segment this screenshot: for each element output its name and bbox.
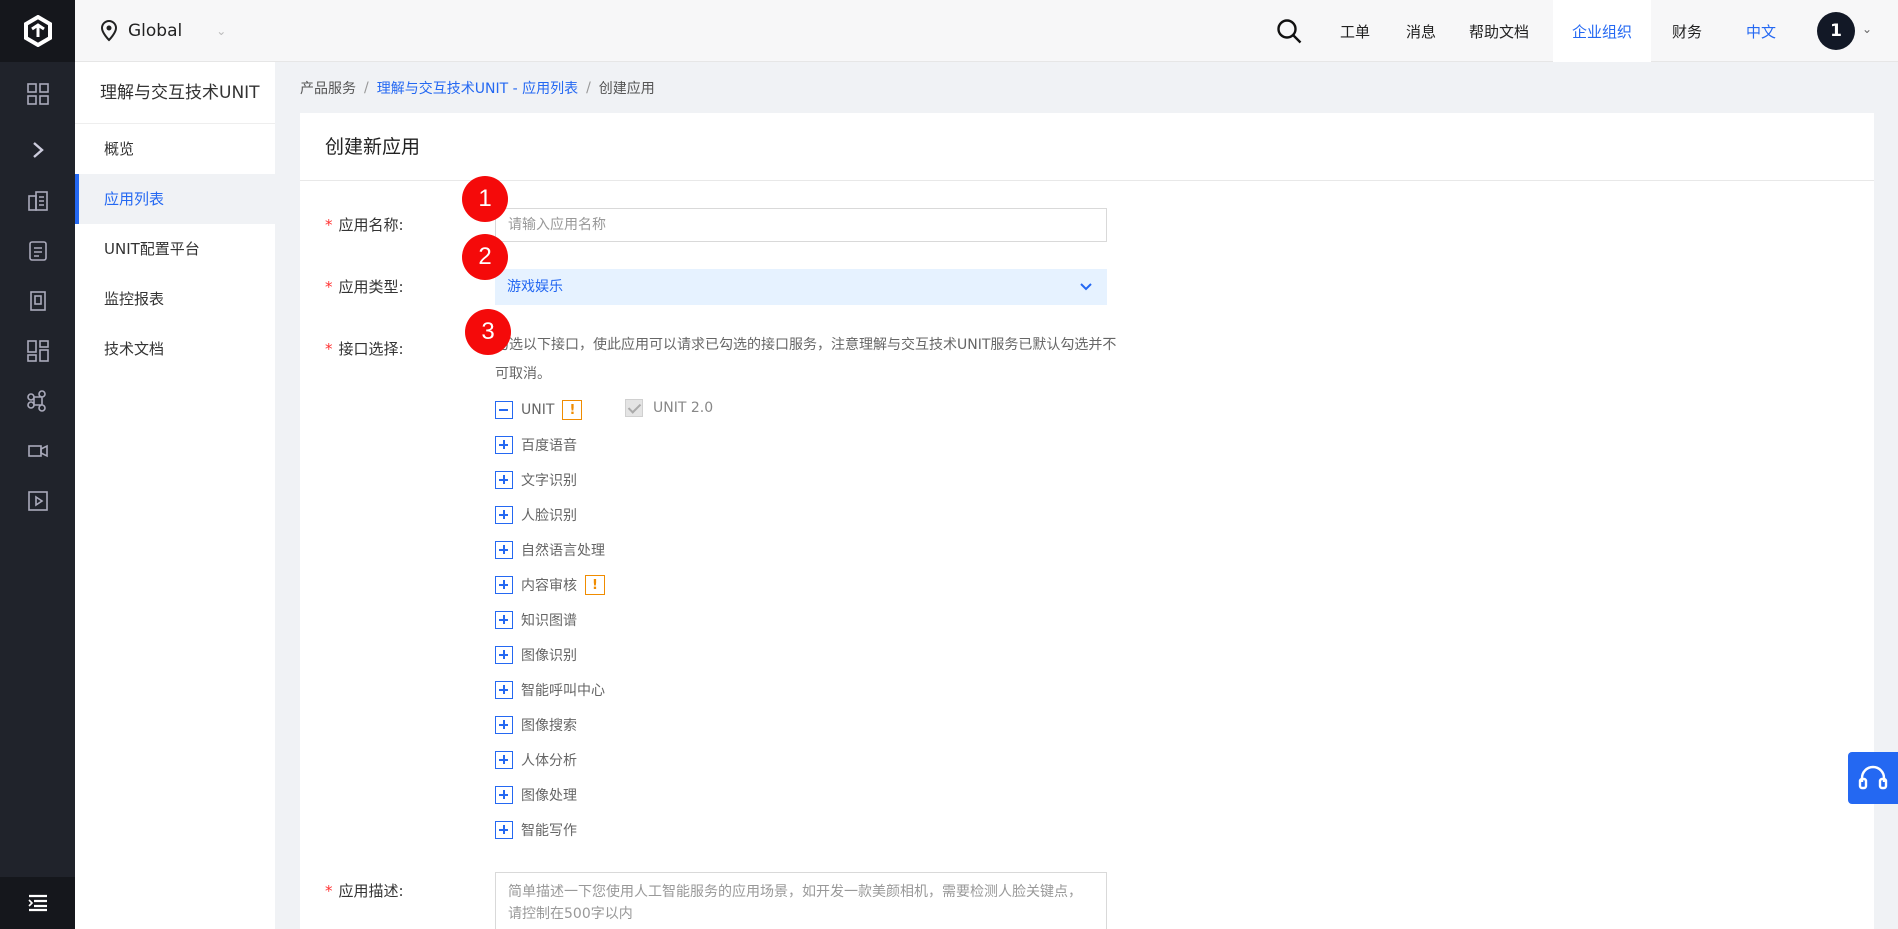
region-selector[interactable]: Global ⌄ [100, 0, 226, 62]
menu-toggle-icon[interactable] [0, 877, 75, 929]
sidenav-item-unit-config[interactable]: UNIT配置平台 [75, 224, 275, 274]
search-icon[interactable] [1275, 17, 1303, 45]
api-item-unit[interactable]: UNIT ! [495, 400, 583, 420]
app-name-label: * 应用名称: [325, 216, 404, 234]
left-rail [0, 0, 75, 929]
page-title: 创建新应用 [300, 113, 1874, 181]
expand-toggle[interactable] [495, 646, 513, 664]
app-type-label: * 应用类型: [325, 278, 404, 296]
expand-toggle[interactable] [495, 471, 513, 489]
nav-language[interactable]: 中文 [1733, 0, 1789, 62]
document-icon[interactable] [0, 231, 75, 271]
create-app-card: 创建新应用 * 应用名称: 请输入应用名称 * 应用类型: 游戏娱乐 * 接口选择: … [300, 113, 1874, 929]
expand-toggle[interactable] [495, 716, 513, 734]
api-item-call-center[interactable]: 智能呼叫中心 [495, 680, 605, 700]
app-desc-label: * 应用描述: [325, 882, 404, 900]
expand-toggle[interactable] [495, 681, 513, 699]
breadcrumb-separator: / [364, 80, 369, 96]
api-select-hint: 勾选以下接口，使此应用可以请求已勾选的接口服务，注意理解与交互技术UNIT服务已… [495, 337, 1117, 382]
step-marker-2: 2 [462, 234, 508, 280]
device-icon[interactable] [0, 281, 75, 321]
collapse-toggle[interactable] [495, 401, 513, 419]
expand-chevron-icon[interactable] [0, 130, 75, 170]
app-type-select[interactable]: 游戏娱乐 [495, 269, 1107, 305]
api-item-content-audit[interactable]: 内容审核! [495, 575, 605, 595]
nav-enterprise-org[interactable]: 企业组织 [1553, 0, 1651, 62]
expand-toggle[interactable] [495, 576, 513, 594]
region-label: Global [128, 21, 183, 41]
breadcrumb: 产品服务 / 理解与交互技术UNIT - 应用列表 / 创建应用 [300, 78, 655, 98]
sidenav-item-app-list[interactable]: 应用列表 [75, 174, 275, 224]
avatar[interactable]: 1 [1817, 12, 1855, 50]
nav-messages[interactable]: 消息 [1393, 0, 1449, 62]
api-item-smart-writing[interactable]: 智能写作 [495, 820, 577, 840]
customer-support-button[interactable] [1848, 752, 1898, 804]
location-pin-icon [100, 20, 118, 42]
nav-ticket[interactable]: 工单 [1327, 0, 1383, 62]
expand-toggle[interactable] [495, 541, 513, 559]
apps-icon[interactable] [0, 331, 75, 371]
checkbox-disabled-checked [625, 399, 643, 417]
step-marker-1: 1 [462, 176, 508, 222]
nav-help-docs[interactable]: 帮助文档 [1459, 0, 1539, 62]
api-item-ocr[interactable]: 文字识别 [495, 470, 577, 490]
api-item-image-search[interactable]: 图像搜索 [495, 715, 577, 735]
sidenav-item-tech-docs[interactable]: 技术文档 [75, 324, 275, 374]
expand-toggle[interactable] [495, 751, 513, 769]
app-name-input[interactable]: 请输入应用名称 [495, 208, 1107, 242]
warning-icon: ! [585, 575, 605, 595]
sidenav-item-monitor-report[interactable]: 监控报表 [75, 274, 275, 324]
api-select-label: * 接口选择: [325, 340, 404, 358]
api-item-face[interactable]: 人脸识别 [495, 505, 577, 525]
nav-finance[interactable]: 财务 [1659, 0, 1715, 62]
building-icon[interactable] [0, 181, 75, 221]
api-item-image-recognition[interactable]: 图像识别 [495, 645, 577, 665]
breadcrumb-current: 创建应用 [598, 81, 655, 97]
expand-toggle[interactable] [495, 786, 513, 804]
headset-icon [1858, 765, 1888, 790]
api-item-nlp[interactable]: 自然语言处理 [495, 540, 605, 560]
step-marker-3: 3 [465, 309, 511, 355]
expand-toggle[interactable] [495, 821, 513, 839]
sidenav-item-overview[interactable]: 概览 [75, 124, 275, 174]
unit-2-checkbox-item: UNIT 2.0 [625, 398, 713, 418]
top-bar: Global ⌄ 工单 消息 帮助文档 企业组织 财务 中文 1 ⌄ [75, 0, 1898, 62]
chevron-down-icon [1080, 283, 1092, 291]
logo-icon[interactable] [0, 0, 75, 62]
command-icon[interactable] [0, 381, 75, 421]
product-title: 理解与交互技术UNIT [75, 62, 275, 124]
avatar-chevron-icon[interactable]: ⌄ [1862, 22, 1872, 36]
chevron-down-icon: ⌄ [216, 24, 227, 38]
expand-toggle[interactable] [495, 436, 513, 454]
breadcrumb-separator: / [586, 80, 591, 96]
expand-toggle[interactable] [495, 611, 513, 629]
video-camera-icon[interactable] [0, 431, 75, 471]
dashboard-grid-icon[interactable] [0, 74, 75, 114]
api-item-image-processing[interactable]: 图像处理 [495, 785, 577, 805]
api-item-speech[interactable]: 百度语音 [495, 435, 577, 455]
breadcrumb-products[interactable]: 产品服务 [300, 78, 356, 98]
play-icon[interactable] [0, 481, 75, 521]
app-desc-textarea[interactable]: 简单描述一下您使用人工智能服务的应用场景，如开发一款美颜相机，需要检测人脸关键点… [495, 872, 1107, 929]
api-item-body-analysis[interactable]: 人体分析 [495, 750, 577, 770]
api-item-knowledge-graph[interactable]: 知识图谱 [495, 610, 577, 630]
app-type-value: 游戏娱乐 [507, 279, 563, 295]
breadcrumb-app-list-link[interactable]: 理解与交互技术UNIT - 应用列表 [377, 78, 578, 98]
product-sidenav: 理解与交互技术UNIT 概览 应用列表 UNIT配置平台 监控报表 技术文档 [75, 62, 275, 929]
expand-toggle[interactable] [495, 506, 513, 524]
warning-icon: ! [562, 400, 583, 420]
